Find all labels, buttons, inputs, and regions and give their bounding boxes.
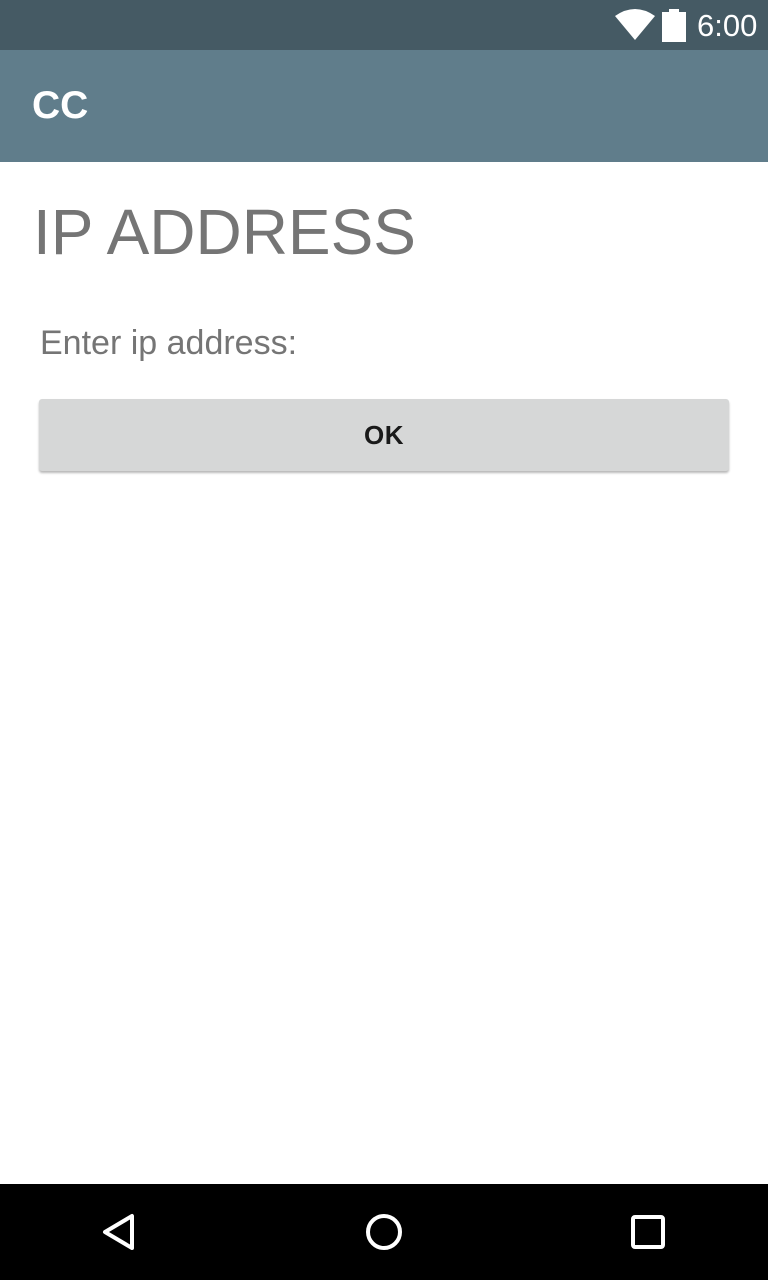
app-title: CC [32, 84, 89, 127]
back-button[interactable] [72, 1184, 168, 1280]
status-bar: 6:00 [0, 0, 768, 50]
screen: 6:00 CC IP ADDRESS Enter ip address: OK [0, 0, 768, 1280]
wifi-icon [615, 9, 655, 40]
battery-icon [662, 9, 686, 42]
navigation-bar [0, 1184, 768, 1280]
back-icon [103, 1214, 134, 1250]
recents-icon [631, 1215, 665, 1249]
recents-button[interactable] [600, 1184, 696, 1280]
status-clock: 6:00 [697, 8, 758, 43]
home-icon [366, 1214, 402, 1250]
ok-button[interactable]: OK [39, 399, 729, 471]
home-button[interactable] [336, 1184, 432, 1280]
ip-address-prompt: Enter ip address: [40, 324, 298, 362]
page-heading: IP ADDRESS [33, 196, 416, 268]
app-toolbar: CC [0, 50, 768, 162]
